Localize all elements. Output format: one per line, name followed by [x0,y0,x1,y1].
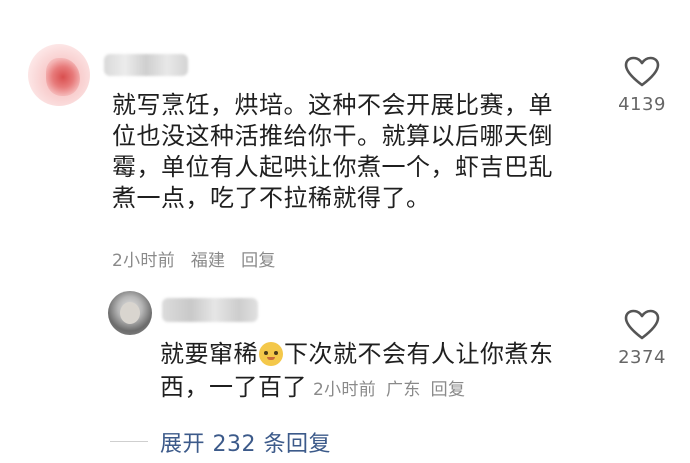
avatar-flower-image [46,58,80,96]
heart-outline-icon [624,309,660,340]
commenter-avatar[interactable] [28,44,90,106]
reply-like-button[interactable]: 2374 [617,309,667,368]
comment-location: 福建 [190,251,226,271]
commenter-name-blurred[interactable] [104,54,188,76]
expand-replies-link[interactable]: 展开 232 条回复 [160,426,331,458]
comment-time: 2小时前 [112,251,176,271]
replier-avatar[interactable] [108,291,152,335]
reply-reply-button[interactable]: 回复 [431,380,466,400]
comment-like-count: 4139 [618,94,666,115]
expand-divider [110,441,148,442]
comment-body: 就写烹饪，烘培。这种不会开展比赛，单位也没这种活推给你干。就算以后哪天倒霉，单位… [112,91,553,212]
comment-like-button[interactable]: 4139 [617,56,667,115]
reply-time: 2小时前 [313,380,377,400]
reply-body: 就要窜稀 下次就不会有人让你煮东西，一了百了 2小时前 广东 回复 [160,338,600,407]
comment-meta: 2小时前 福建 回复 [112,246,286,271]
avatar-face-image [120,302,140,324]
replier-name-blurred[interactable] [162,298,258,322]
heart-outline-icon [624,56,660,87]
reply-location: 广东 [386,380,421,400]
reply-text-part1: 就要窜稀 [160,340,258,368]
reply-like-count: 2374 [618,347,666,368]
smiling-face-emoji [259,342,283,366]
comment-reply-button[interactable]: 回复 [241,251,276,271]
reply-meta: 2小时前 广东 回复 [313,380,475,400]
